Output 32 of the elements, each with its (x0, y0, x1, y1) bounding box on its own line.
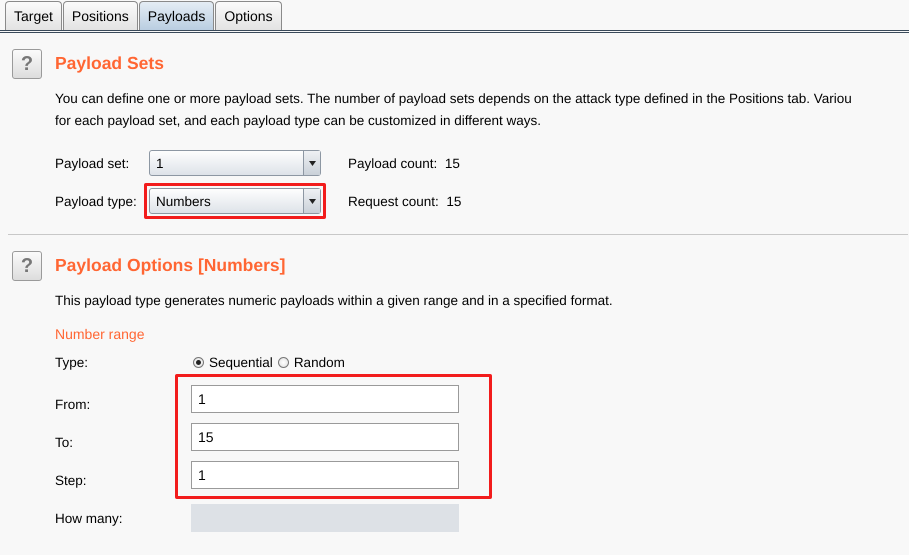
help-icon[interactable]: ? (12, 251, 42, 281)
tab[interactable]: Target (5, 1, 62, 30)
field-label: Type: (55, 354, 90, 370)
section-title: Payload Options [Numbers] (55, 255, 286, 276)
field-label: To: (55, 434, 74, 452)
input-field[interactable]: 15 (191, 423, 459, 451)
caret-icon (308, 160, 316, 166)
field-label: Payload type: (55, 194, 138, 208)
dropdown[interactable]: Numbers (149, 188, 321, 214)
tab[interactable]: Payloads (138, 1, 214, 30)
count-label: Payload count: 15 (348, 156, 460, 170)
field-label: Step: (55, 472, 88, 490)
description-text: This payload type generates numeric payloads within a given range and in a specified format. (55, 292, 613, 310)
tab[interactable]: Positions (62, 1, 138, 30)
field-label: Payload set: (55, 156, 130, 170)
group-label: Number range (55, 326, 146, 342)
count-label: Request count: 15 (348, 194, 462, 208)
radio-label[interactable]: Random (294, 354, 345, 370)
description-text: for each payload set, and each payload type can be customized in different ways. (55, 112, 542, 130)
radio-button[interactable] (193, 356, 204, 368)
section-title: Payload Sets (55, 53, 165, 74)
input-field[interactable]: 1 (191, 385, 459, 413)
field-label: From: (55, 396, 92, 414)
tab[interactable]: Options (215, 1, 282, 30)
help-icon[interactable]: ? (12, 49, 42, 79)
input-field[interactable]: 1 (191, 461, 459, 489)
radio-label[interactable]: Sequential (209, 354, 273, 370)
field-label: How many: (55, 510, 124, 526)
radio-button[interactable] (278, 356, 289, 368)
dropdown[interactable]: 1 (149, 150, 321, 176)
description-text: You can define one or more payload sets. The number of payload sets depends on the attack type defined in the Positions tab. Variou (55, 90, 852, 108)
caret-icon (308, 198, 316, 204)
